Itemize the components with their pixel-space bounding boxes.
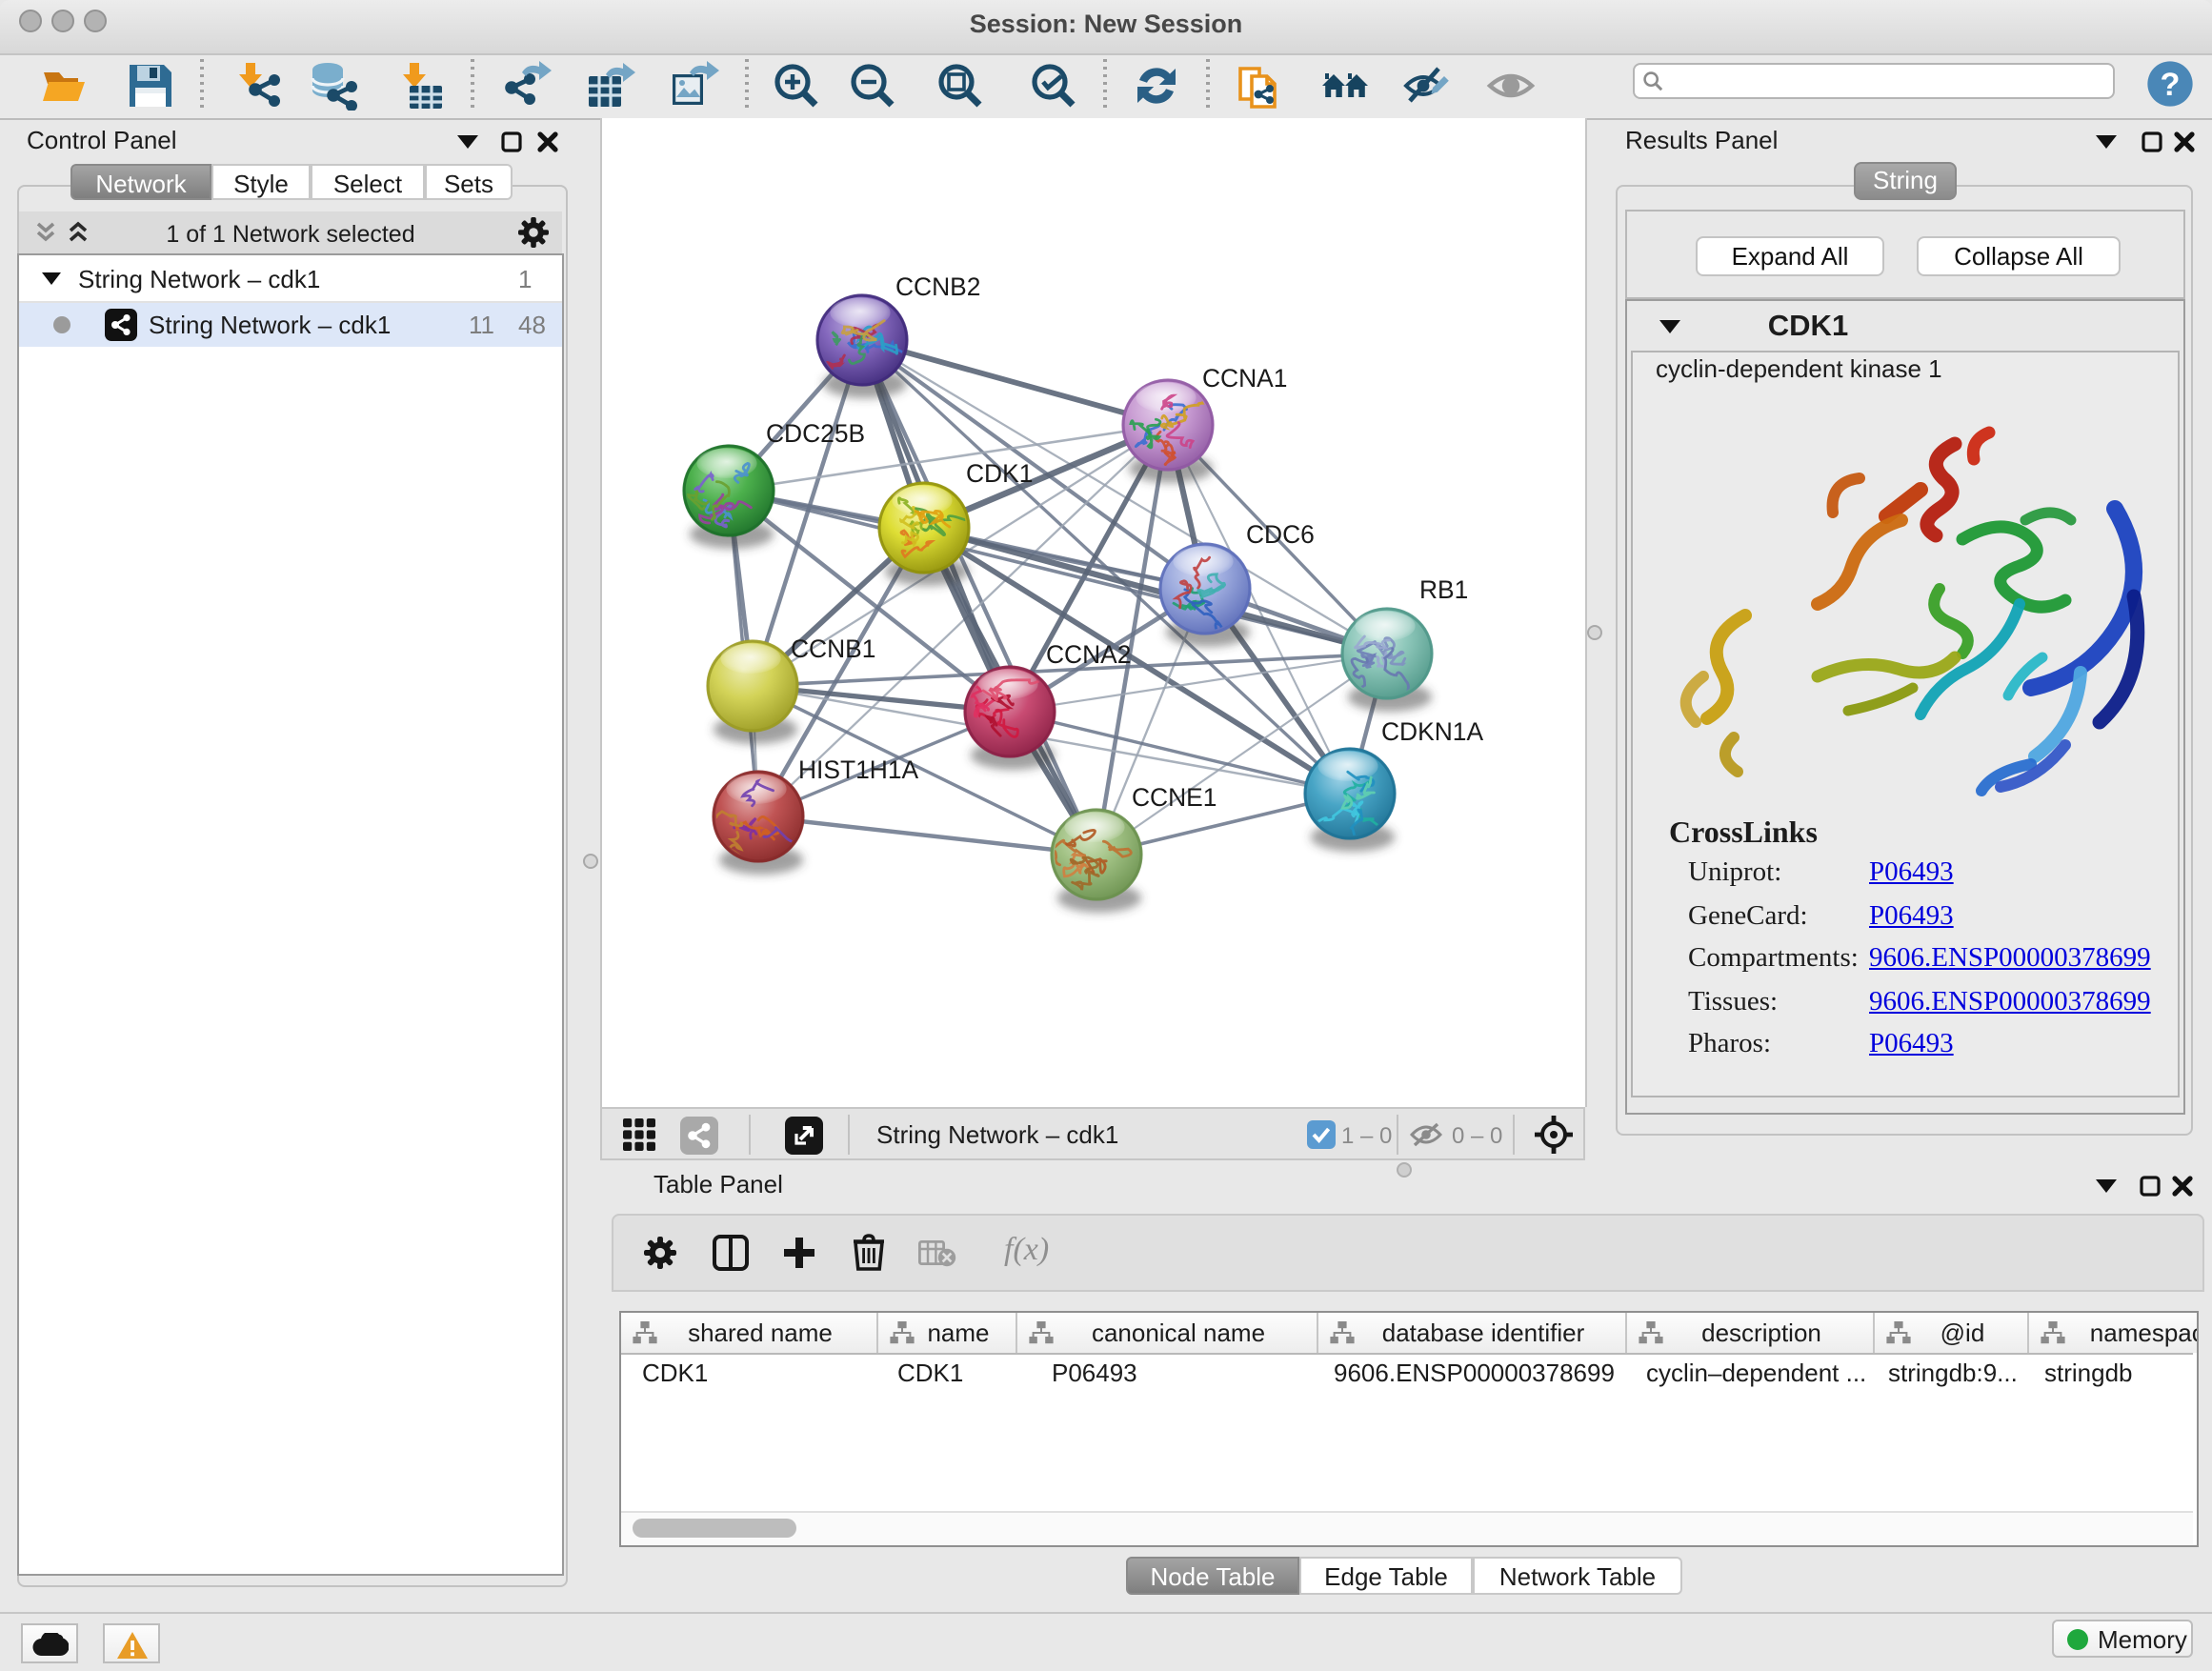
svg-text:HIST1H1A: HIST1H1A — [798, 755, 919, 784]
svg-text:CDK1: CDK1 — [966, 459, 1033, 488]
svg-text:CCNB2: CCNB2 — [895, 272, 980, 301]
svg-text:CCNA1: CCNA1 — [1202, 364, 1287, 393]
svg-text:RB1: RB1 — [1419, 575, 1468, 604]
svg-text:CCNA2: CCNA2 — [1046, 640, 1131, 669]
svg-text:CCNB1: CCNB1 — [791, 634, 875, 663]
svg-text:?: ? — [2161, 67, 2181, 103]
svg-text:CDC6: CDC6 — [1246, 520, 1315, 549]
svg-text:CDC25B: CDC25B — [766, 419, 865, 448]
svg-text:CCNE1: CCNE1 — [1132, 783, 1217, 812]
svg-text:CDKN1A: CDKN1A — [1381, 717, 1483, 746]
